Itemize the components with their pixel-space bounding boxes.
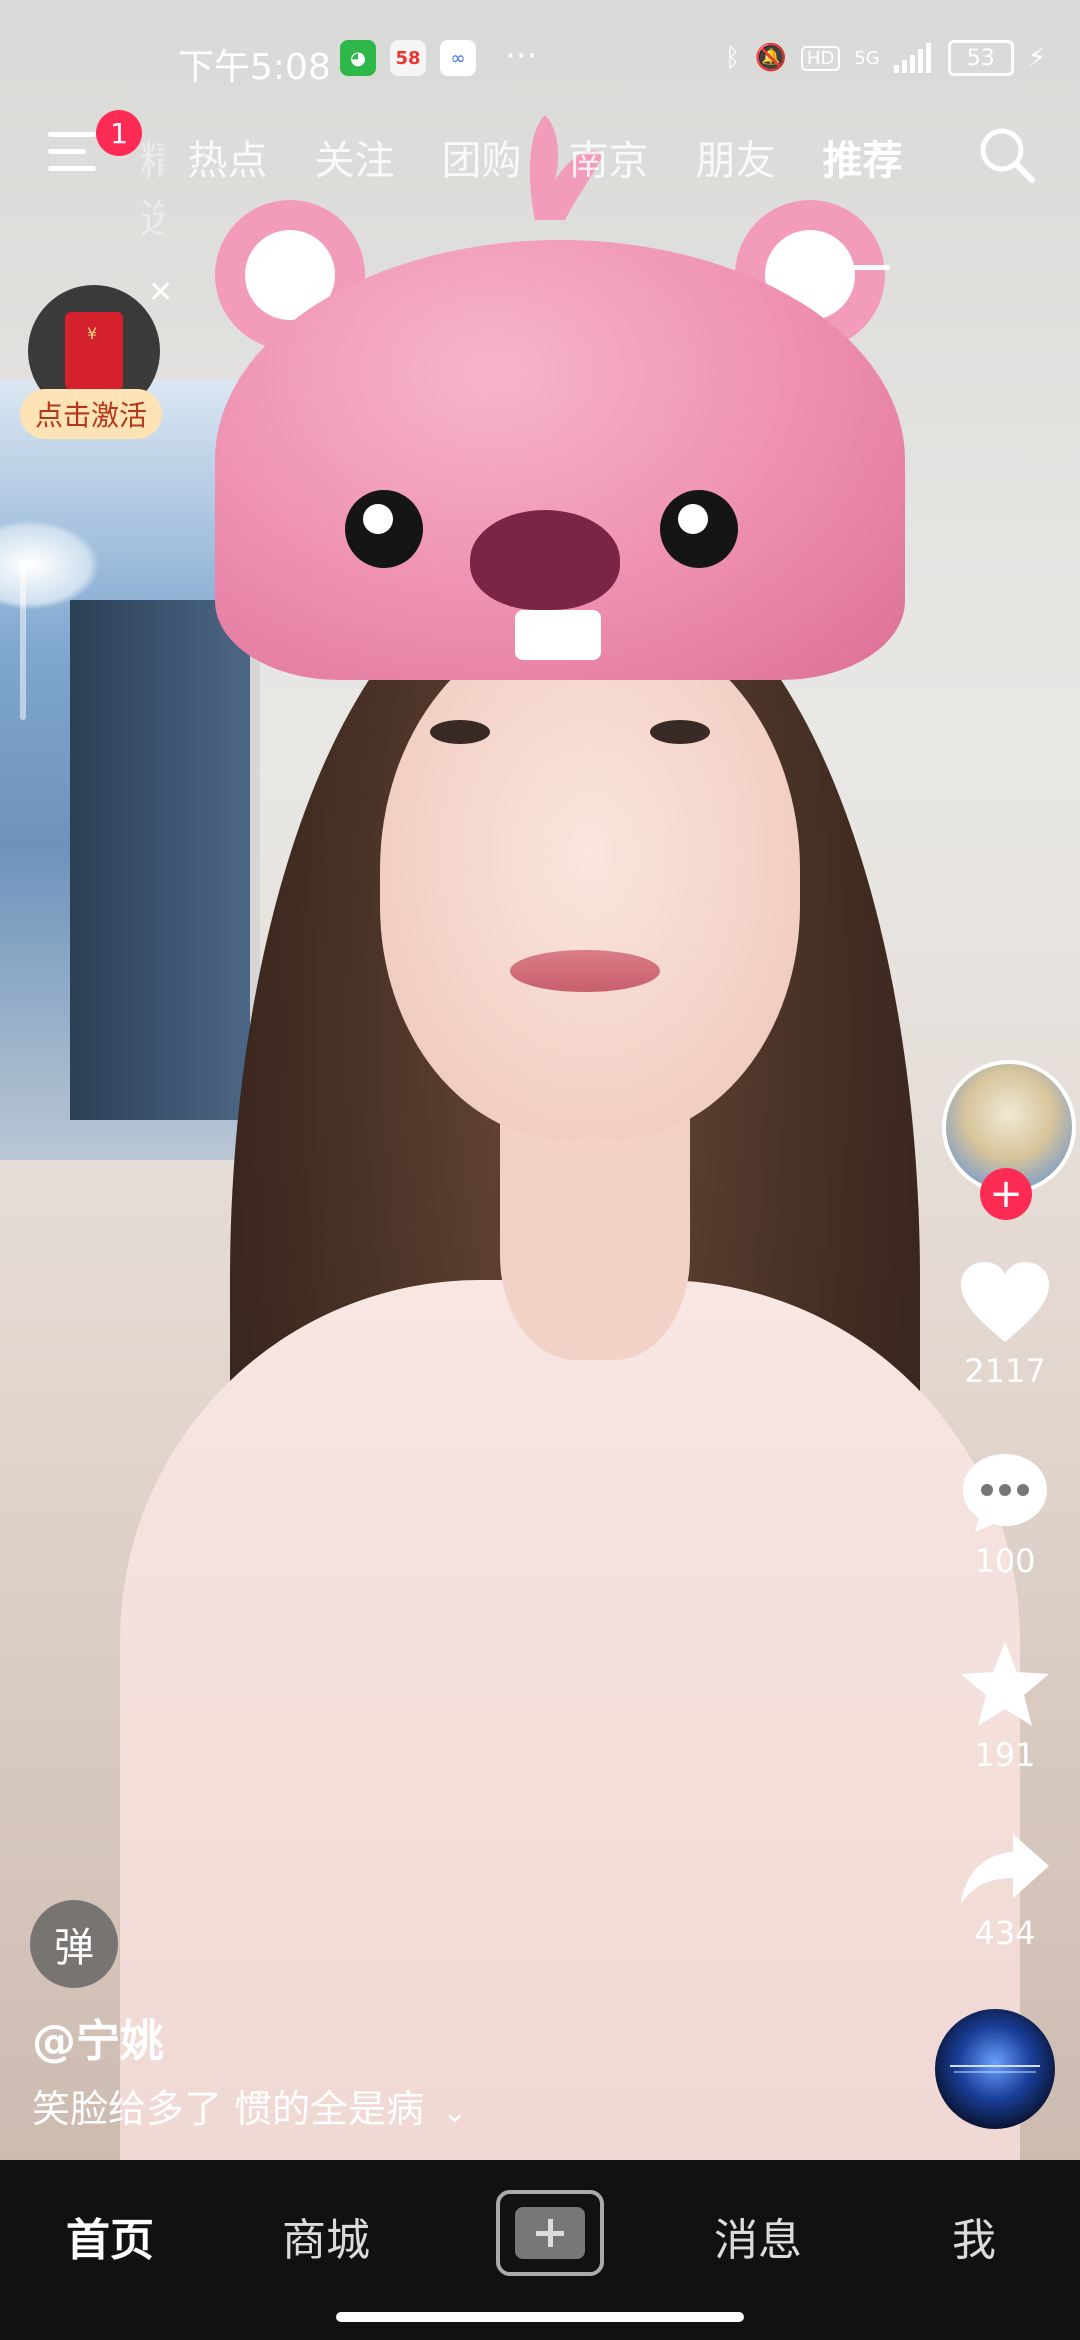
home-indicator bbox=[336, 2312, 744, 2322]
bluetooth-icon: ᛒ bbox=[724, 43, 741, 73]
tab-partial[interactable]: 精选 bbox=[140, 128, 164, 244]
left-eye bbox=[430, 720, 490, 744]
nav-home[interactable]: 首页 bbox=[30, 2204, 190, 2268]
nav-mall[interactable]: 商城 bbox=[246, 2204, 406, 2268]
side-scroll-indicator bbox=[20, 560, 26, 720]
tab-friends[interactable]: 朋友 bbox=[672, 128, 799, 244]
right-eye bbox=[650, 720, 710, 744]
notification-58-icon: 58 bbox=[390, 40, 426, 76]
nav-messages[interactable]: 消息 bbox=[678, 2204, 838, 2268]
mute-bell-icon: 🔕 bbox=[754, 43, 787, 73]
menu-button[interactable] bbox=[48, 132, 96, 178]
feed-tabs: 精选 热点 关注 团购 南京 朋友 推荐 bbox=[140, 128, 926, 270]
bear-right-eye bbox=[660, 490, 738, 568]
bear-nose bbox=[470, 510, 620, 610]
notification-cloud-icon: ∞ bbox=[440, 40, 476, 76]
tab-hot[interactable]: 热点 bbox=[164, 128, 291, 244]
music-disc-icon[interactable] bbox=[934, 2008, 1056, 2130]
plus-icon bbox=[515, 2207, 585, 2259]
menu-badge: 1 bbox=[96, 110, 142, 156]
battery-level: 53 bbox=[966, 45, 995, 71]
share-action[interactable]: 434 bbox=[930, 1830, 1080, 1952]
status-right: ᛒ 🔕 HD 5G 53 ⚡ bbox=[725, 40, 1046, 76]
like-action[interactable]: 2117 bbox=[930, 1260, 1080, 1390]
battery-icon: 53 bbox=[947, 40, 1014, 76]
comment-action[interactable]: 100 bbox=[930, 1450, 1080, 1580]
comment-count: 100 bbox=[974, 1542, 1036, 1580]
red-packet-label: 点击激活 bbox=[20, 389, 162, 439]
follow-button[interactable]: + bbox=[980, 1168, 1032, 1220]
danmaku-toggle-button[interactable]: 弹 bbox=[30, 1900, 118, 1988]
search-icon[interactable] bbox=[976, 124, 1038, 186]
tab-group-buy[interactable]: 团购 bbox=[418, 128, 545, 244]
status-time: 下午5:08 bbox=[178, 47, 331, 88]
tab-recommend[interactable]: 推荐 bbox=[799, 128, 926, 270]
network-type: 5G bbox=[854, 47, 880, 69]
hd-icon: HD bbox=[800, 45, 841, 71]
caption-text: 笑脸给多了 惯的全是病 bbox=[32, 2087, 425, 2131]
video-caption[interactable]: 笑脸给多了 惯的全是病 ⌄ bbox=[32, 2078, 467, 2133]
favorite-count: 191 bbox=[974, 1736, 1036, 1774]
bottom-nav: 首页 商城 消息 我 bbox=[0, 2160, 1080, 2340]
like-count: 2117 bbox=[964, 1352, 1046, 1390]
comment-icon bbox=[963, 1454, 1047, 1532]
mouth bbox=[510, 950, 660, 992]
favorite-action[interactable]: 191 bbox=[930, 1640, 1080, 1774]
heart-icon bbox=[961, 1262, 1049, 1342]
bear-left-eye bbox=[345, 490, 423, 568]
bear-tooth bbox=[515, 610, 601, 660]
status-bar: 下午5:08 ◕ 58 ∞ ··· ᛒ 🔕 HD 5G 53 ⚡ bbox=[0, 0, 1080, 120]
create-plus-button[interactable] bbox=[496, 2190, 604, 2276]
red-packet-close-icon[interactable]: ✕ bbox=[148, 275, 173, 310]
charging-icon: ⚡ bbox=[1027, 43, 1046, 73]
top-nav: 1 精选 热点 关注 团购 南京 朋友 推荐 bbox=[0, 110, 1080, 270]
face bbox=[380, 620, 800, 1140]
more-notifications-icon: ··· bbox=[505, 36, 538, 76]
signal-icon bbox=[893, 43, 931, 73]
author-name[interactable]: @宁姚 bbox=[32, 2005, 164, 2069]
share-count: 434 bbox=[974, 1914, 1036, 1952]
tab-following[interactable]: 关注 bbox=[291, 128, 418, 244]
tab-nanjing[interactable]: 南京 bbox=[545, 128, 672, 244]
nav-me[interactable]: 我 bbox=[894, 2204, 1054, 2268]
bear-hat-filter bbox=[215, 115, 905, 680]
star-icon bbox=[961, 1642, 1049, 1726]
notification-app-icon: ◕ bbox=[340, 40, 376, 76]
robe bbox=[120, 1280, 1020, 2160]
expand-chevron-icon[interactable]: ⌄ bbox=[442, 2095, 467, 2130]
share-arrow-icon bbox=[961, 1834, 1049, 1904]
